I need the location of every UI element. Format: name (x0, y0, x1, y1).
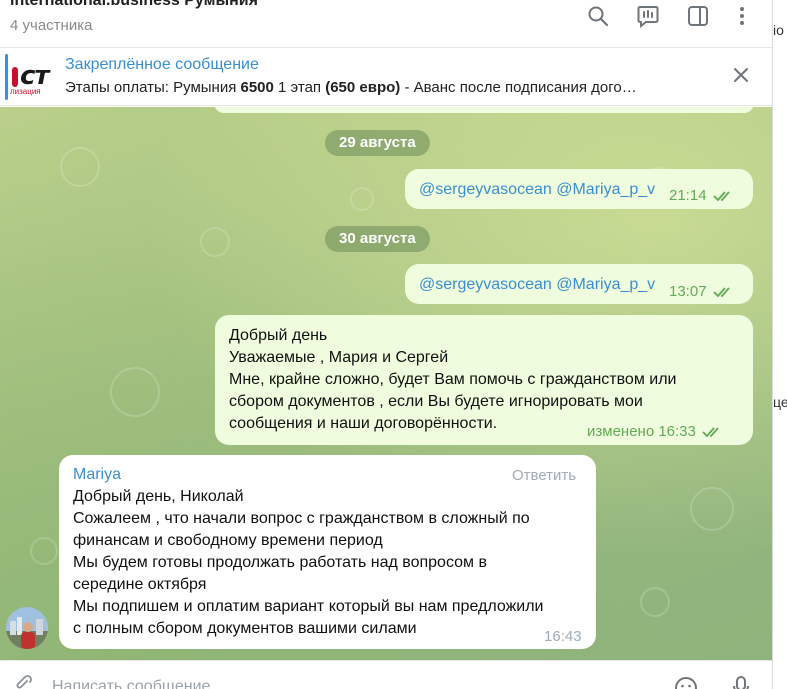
double-check-icon (702, 427, 719, 438)
adjacent-window-text: це (773, 394, 787, 410)
chat-header[interactable]: international.business Румыния 4 участни… (0, 0, 772, 48)
pinned-title: Закреплённое сообщение (65, 56, 259, 73)
attach-icon[interactable] (14, 675, 32, 689)
message-bubble-outgoing[interactable]: @sergeyvasocean @Mariya_p_v 13:07 (405, 264, 753, 304)
more-vert-icon[interactable] (730, 4, 754, 28)
avatar[interactable] (6, 607, 48, 649)
emoji-icon[interactable] (674, 676, 698, 689)
close-icon[interactable] (732, 66, 750, 84)
chat-title[interactable]: international.business Румыния (10, 0, 258, 10)
pinned-text: Этапы оплаты: Румыния 6500 1 этап (650 е… (65, 79, 637, 96)
date-separator: 30 августа (325, 226, 430, 252)
chat-members-count: 4 участника (10, 17, 93, 34)
sender-name[interactable]: Mariya (73, 464, 121, 486)
message-time: 16:43 (544, 628, 582, 645)
message-text: @sergeyvasocean @Mariya_p_v (419, 179, 655, 201)
message-composer[interactable]: Написать сообщение... (0, 660, 772, 689)
pinned-thumb-sub: лизация (10, 87, 41, 96)
message-bubble-outgoing[interactable]: Добрый день Уважаемые , Мария и Сергей М… (215, 315, 753, 445)
adjacent-window-text: io (773, 22, 784, 38)
search-icon[interactable] (586, 4, 610, 28)
message-input[interactable]: Написать сообщение... (52, 678, 224, 689)
pinned-message-bar[interactable]: ст лизация Закреплённое сообщение Этапы … (0, 48, 772, 106)
mention-link[interactable]: @Mariya_p_v (556, 276, 655, 293)
reply-button[interactable]: Ответить (512, 465, 576, 487)
sidebar-toggle-icon[interactable] (686, 4, 710, 28)
message-time: 13:07 (669, 281, 735, 303)
microphone-icon[interactable] (732, 675, 750, 689)
message-text: Добрый день, Николай Сожалеем , что нача… (73, 488, 544, 637)
message-bubble-partial[interactable] (214, 107, 754, 113)
message-time: 21:14 (669, 185, 735, 207)
date-separator: 29 августа (325, 130, 430, 156)
adjacent-window-edge: io це (772, 0, 787, 689)
pinned-indicator (5, 54, 8, 100)
message-time: изменено 16:33 (587, 421, 724, 443)
message-bubble-outgoing[interactable]: @sergeyvasocean @Mariya_p_v 21:14 (405, 169, 753, 209)
message-text: Добрый день Уважаемые , Мария и Сергей М… (229, 327, 677, 432)
message-bubble-incoming[interactable]: Mariya Ответить Добрый день, Николай Сож… (59, 455, 596, 649)
message-text: @sergeyvasocean @Mariya_p_v (419, 274, 655, 296)
double-check-icon (712, 287, 730, 298)
double-check-icon (712, 191, 730, 202)
comments-icon[interactable] (636, 4, 660, 29)
mention-link[interactable]: @sergeyvasocean (419, 276, 552, 293)
mention-link[interactable]: @Mariya_p_v (556, 181, 655, 198)
mention-link[interactable]: @sergeyvasocean (419, 181, 552, 198)
pinned-thumbnail: ст лизация (10, 57, 54, 97)
